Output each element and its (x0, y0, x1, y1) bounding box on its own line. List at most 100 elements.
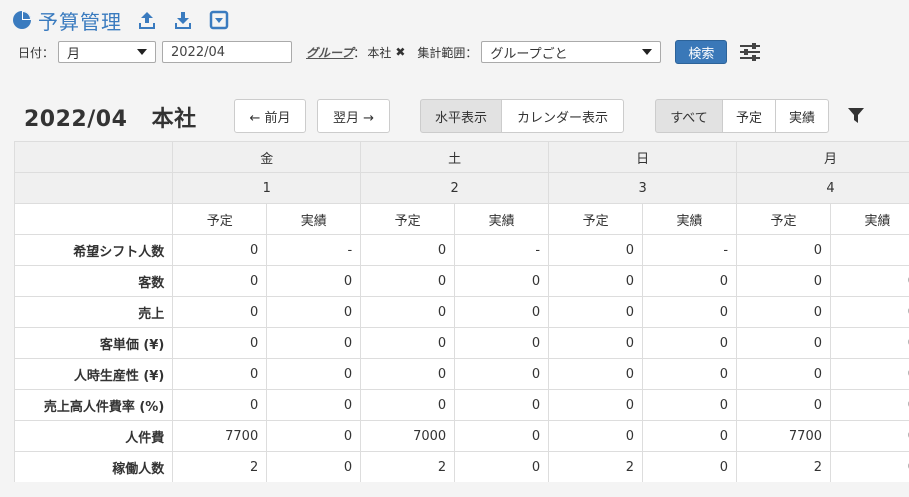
download-icon[interactable] (172, 9, 194, 31)
day-of-week-row: 金土日月 (14, 141, 909, 173)
actual-cell: 0 (830, 420, 909, 452)
show-plan-button[interactable]: 予定 (722, 99, 776, 133)
row-label: 希望シフト人数 (14, 234, 174, 266)
actual-cell: 0 (454, 265, 550, 297)
calendar-view-button[interactable]: カレンダー表示 (501, 99, 624, 133)
dropdown-box-icon[interactable] (208, 9, 230, 31)
next-month-button[interactable]: 翌月 → (317, 99, 390, 133)
actual-cell: 0 (642, 420, 738, 452)
plan-cell: 0 (736, 327, 831, 359)
plan-cell: 0 (360, 389, 456, 421)
row-label: 客単価 (¥) (14, 327, 174, 359)
group-value: 本社 (367, 45, 392, 60)
range-select[interactable]: グループごと (481, 41, 662, 63)
show-actual-button[interactable]: 実績 (775, 99, 829, 133)
plan-cell: 0 (736, 234, 831, 266)
plan-cell: 7000 (360, 420, 456, 452)
search-button[interactable]: 検索 (675, 40, 728, 64)
plan-cell: 0 (172, 265, 268, 297)
plan-cell: 0 (548, 265, 644, 297)
upload-icon[interactable] (136, 9, 158, 31)
plan-header: 予定 (548, 203, 644, 235)
actual-cell: 0 (266, 420, 362, 452)
horizontal-view-button[interactable]: 水平表示 (420, 99, 502, 133)
date-input[interactable]: 2022/04 (162, 41, 293, 63)
filter-bar: 日付： 月 2022/04 グループ ： 本社 ✖ 集計範囲： グループごと 検… (18, 40, 761, 64)
clear-group-icon[interactable]: ✖ (395, 45, 405, 59)
table-row: 稼働人数20202020 (14, 451, 909, 482)
plan-cell: 0 (172, 389, 268, 421)
actual-cell: 0 (642, 451, 738, 482)
actual-cell: 0 (830, 327, 909, 359)
actual-cell: 0 (642, 265, 738, 297)
filter-icon[interactable] (848, 107, 864, 125)
date-label: 日付： (18, 45, 55, 60)
plan-cell: 2 (548, 451, 644, 482)
date-header: 3 (548, 172, 738, 204)
actual-cell: 0 (830, 389, 909, 421)
date-input-value: 2022/04 (171, 44, 226, 60)
plan-actual-header-row: 予定 実績 予定 実績 予定 実績 予定 実績 (14, 203, 909, 235)
actual-cell: - (830, 234, 909, 266)
chevron-down-icon (642, 49, 653, 55)
day-of-week-header: 土 (360, 141, 550, 173)
actual-cell: 0 (454, 451, 550, 482)
plan-cell: 0 (172, 358, 268, 390)
settings-sliders-icon[interactable] (739, 42, 761, 62)
actual-cell: 0 (454, 389, 550, 421)
date-row: 1234 (14, 172, 909, 204)
actual-cell: - (454, 234, 550, 266)
actual-cell: 0 (642, 296, 738, 328)
row-label: 売上高人件費率 (%) (14, 389, 174, 421)
table-row: 売上00000000 (14, 296, 909, 328)
actual-cell: 0 (266, 358, 362, 390)
plan-cell: 0 (548, 327, 644, 359)
plan-cell: 2 (736, 451, 831, 482)
plan-header: 予定 (172, 203, 268, 235)
actual-cell: 0 (454, 296, 550, 328)
table-row: 客単価 (¥)00000000 (14, 327, 909, 359)
period-select[interactable]: 月 (58, 41, 157, 63)
show-all-button[interactable]: すべて (655, 99, 723, 133)
plan-cell: 7700 (736, 420, 831, 452)
actual-cell: 0 (642, 358, 738, 390)
corner-cell (14, 141, 174, 173)
actual-cell: 0 (266, 296, 362, 328)
table-row: 客数00000000 (14, 265, 909, 297)
plan-cell: 0 (736, 389, 831, 421)
corner-cell (14, 172, 174, 204)
prev-month-button[interactable]: ← 前月 (234, 99, 306, 133)
period-value: 月 (67, 46, 81, 62)
app-header: 予算管理 (12, 6, 230, 34)
actual-cell: 0 (830, 451, 909, 482)
date-header: 4 (736, 172, 909, 204)
actual-cell: 0 (266, 327, 362, 359)
actual-cell: 0 (266, 451, 362, 482)
page-title: 予算管理 (38, 9, 122, 34)
day-of-week-header: 日 (548, 141, 738, 173)
table-row: 希望シフト人数0-0-0-0- (14, 234, 909, 266)
plan-header: 予定 (360, 203, 456, 235)
plan-cell: 0 (172, 234, 268, 266)
budget-table: 金土日月1234予定実績予定実績予定実績予定実績希望シフト人数0-0-0-0-客… (14, 141, 909, 482)
pie-chart-icon (13, 11, 31, 29)
plan-cell: 0 (736, 265, 831, 297)
plan-cell: 0 (172, 296, 268, 328)
plan-cell: 2 (360, 451, 456, 482)
group-link[interactable]: グループ (306, 44, 353, 61)
row-label: 人件費 (14, 420, 174, 452)
actual-cell: - (266, 234, 362, 266)
plan-cell: 0 (548, 234, 644, 266)
group-colon: ： (353, 45, 366, 60)
plan-cell: 0 (548, 358, 644, 390)
plan-cell: 0 (360, 265, 456, 297)
actual-cell: 0 (454, 358, 550, 390)
heading-store: 本社 (151, 107, 197, 132)
plan-cell: 0 (172, 327, 268, 359)
plan-cell: 0 (360, 296, 456, 328)
actual-header: 実績 (454, 203, 550, 235)
row-label: 人時生産性 (¥) (14, 358, 174, 390)
plan-cell: 0 (360, 358, 456, 390)
actual-cell: 0 (454, 420, 550, 452)
actual-cell: 0 (830, 296, 909, 328)
